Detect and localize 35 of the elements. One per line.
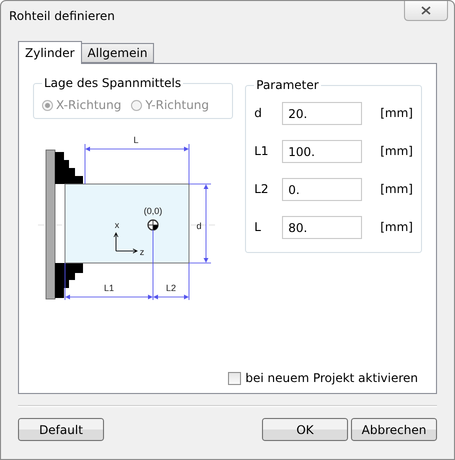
checkbox-label: bei neuem Projekt aktivieren (245, 371, 418, 385)
parameter-field[interactable]: 100. (282, 140, 362, 162)
ok-button[interactable]: OK (262, 418, 348, 441)
dimension-label: L2 (166, 283, 176, 293)
parameter-label: L (254, 220, 262, 234)
parameter-label: d (254, 106, 263, 120)
close-icon (421, 6, 431, 15)
unit-label: [mm] (380, 144, 413, 158)
parameter-field[interactable]: 80. (282, 216, 362, 238)
unit-label: [mm] (380, 106, 413, 120)
dimension-label: d (196, 221, 202, 231)
tab[interactable]: Allgemein (80, 43, 154, 63)
dimension-label: z (140, 247, 144, 257)
tab[interactable]: Zylinder (18, 41, 82, 64)
checkbox[interactable] (228, 372, 242, 384)
cancel-button[interactable]: Abbrechen (351, 418, 437, 441)
parameter-field[interactable]: 20. (282, 102, 362, 124)
group-title: Lage des Spannmittels (43, 76, 182, 90)
unit-label: [mm] (380, 220, 413, 234)
parameter-field[interactable]: 0. (282, 178, 362, 200)
dimension-label: L1 (104, 283, 114, 293)
origin-icon (147, 219, 159, 231)
dimension-label: (0,0) (144, 206, 162, 216)
window-title: Rohteil definieren (9, 9, 115, 23)
radio-label: X-Richtung (56, 98, 122, 112)
dimension-label: x (114, 220, 120, 230)
group-title: Parameter (255, 78, 320, 92)
dimension-label: L (134, 135, 138, 145)
parameter-label: L2 (254, 182, 270, 196)
close-button[interactable] (404, 1, 448, 21)
parameter-label: L1 (254, 144, 270, 158)
unit-label: [mm] (380, 182, 413, 196)
radio-label: Y-Richtung (145, 98, 210, 112)
default-button[interactable]: Default (18, 418, 104, 441)
axis-icon (114, 232, 138, 254)
